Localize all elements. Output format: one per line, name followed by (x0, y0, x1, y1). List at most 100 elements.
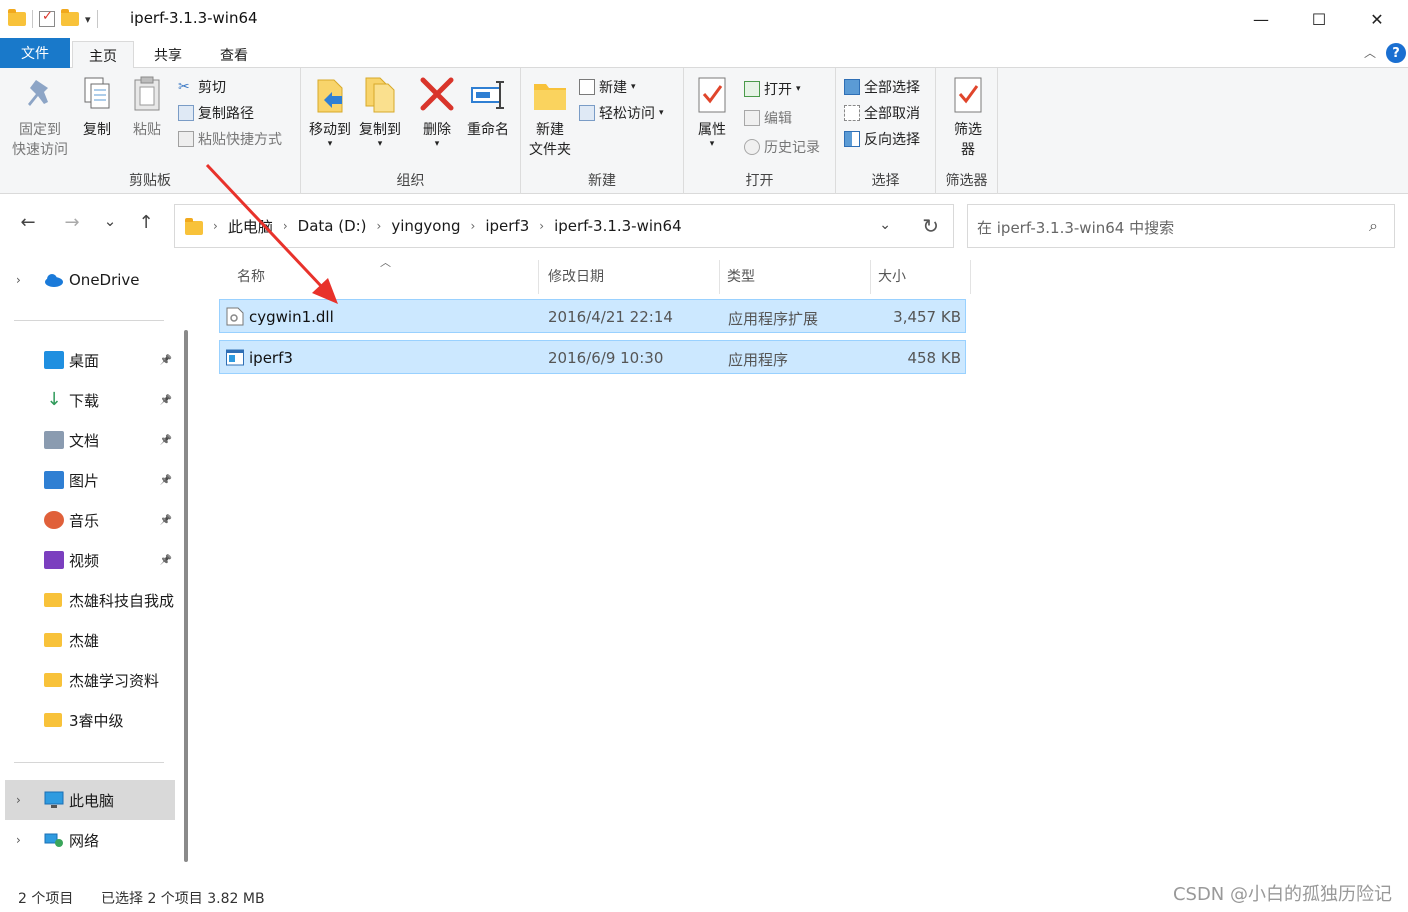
properties-button[interactable]: 属性 ▾ (690, 74, 734, 149)
select-none-button[interactable]: 全部取消 (844, 102, 920, 124)
sidebar-item-desktop[interactable]: 桌面 📌 (0, 340, 176, 380)
filter-button[interactable]: 筛选 器 (946, 74, 990, 160)
move-to-label: 移动到 (309, 122, 351, 138)
column-date[interactable]: 修改日期 (548, 266, 604, 286)
crumb-current-folder[interactable]: iperf-3.1.3-win64 (554, 217, 682, 235)
sidebar-item-folder[interactable]: 杰雄 (0, 620, 176, 660)
column-name[interactable]: 名称 (237, 266, 265, 286)
crumb-drive[interactable]: Data (D:) (298, 217, 367, 235)
minimize-button[interactable]: — (1232, 0, 1290, 38)
column-type[interactable]: 类型 (727, 266, 755, 286)
sidebar-item-this-pc[interactable]: › 此电脑 (5, 780, 175, 820)
search-input[interactable]: 在 iperf-3.1.3-win64 中搜索 ⌕ (967, 204, 1395, 248)
maximize-button[interactable]: ☐ (1290, 0, 1348, 38)
paste-button[interactable]: 粘贴 (128, 74, 166, 140)
refresh-icon[interactable]: ↻ (922, 214, 939, 238)
chevron-right-icon[interactable]: › (16, 833, 21, 847)
sidebar-item-download[interactable]: ↓ 下载 📌 (0, 380, 176, 420)
table-row[interactable]: iperf3 2016/6/9 10:30 应用程序 458 KB (219, 340, 966, 374)
copy-icon (84, 77, 110, 109)
pin-icon[interactable]: 📌 (160, 475, 172, 486)
edit-button[interactable]: 编辑 (744, 107, 792, 129)
customize-qat-dropdown-icon[interactable]: ▾ (85, 13, 91, 26)
pin-icon[interactable]: 📌 (160, 395, 172, 406)
sidebar-item-folder[interactable]: 3睿中级 (0, 700, 176, 740)
delete-label: 删除 (423, 122, 451, 138)
folder-icon (185, 217, 203, 235)
tab-view[interactable]: 查看 (204, 41, 264, 68)
properties-label: 属性 (698, 122, 726, 138)
column-size[interactable]: 大小 (878, 266, 906, 286)
chevron-down-icon[interactable]: ⌄ (879, 217, 891, 233)
sidebar-item-folder[interactable]: 杰雄科技自我成 (0, 580, 176, 620)
chevron-right-icon[interactable]: › (471, 219, 476, 233)
sidebar-item-video[interactable]: 视频 📌 (0, 540, 176, 580)
recent-locations-button[interactable]: ⌄ (98, 212, 122, 230)
history-button[interactable]: 历史记录 (744, 136, 820, 158)
rename-label: 重命名 (467, 122, 509, 138)
scrollbar[interactable] (184, 330, 188, 862)
copy-path-button[interactable]: 复制路径 (178, 102, 254, 124)
delete-button[interactable]: 删除 ▾ (417, 74, 457, 149)
copy-to-icon (365, 77, 395, 113)
select-all-button[interactable]: 全部选择 (844, 76, 920, 98)
divider (14, 320, 164, 321)
file-date: 2016/4/21 22:14 (548, 308, 673, 326)
chevron-right-icon[interactable]: › (539, 219, 544, 233)
divider[interactable] (538, 260, 539, 294)
open-button[interactable]: 打开 ▾ (744, 78, 801, 100)
move-to-button[interactable]: 移动到 ▾ (307, 74, 353, 149)
chevron-right-icon[interactable]: › (16, 273, 21, 287)
invert-selection-button[interactable]: 反向选择 (844, 128, 920, 150)
pin-quick-access-button[interactable]: 固定到 快速访问 (6, 74, 74, 160)
crumb-iperf3[interactable]: iperf3 (485, 217, 529, 235)
pin-icon[interactable]: 📌 (160, 435, 172, 446)
new-folder-button[interactable]: 新建 文件夹 (525, 74, 575, 160)
close-button[interactable]: ✕ (1348, 0, 1406, 38)
tab-home[interactable]: 主页 (72, 41, 134, 69)
rename-button[interactable]: 重命名 (463, 74, 513, 140)
file-name: iperf3 (249, 349, 293, 367)
new-folder-icon[interactable] (61, 9, 79, 26)
forward-button[interactable]: → (60, 212, 84, 233)
sidebar-item-folder[interactable]: 杰雄学习资料 (0, 660, 176, 700)
properties-icon[interactable] (39, 9, 55, 27)
sidebar-item-pictures[interactable]: 图片 📌 (0, 460, 176, 500)
chevron-right-icon[interactable]: › (16, 793, 21, 807)
sidebar-item-label: 杰雄学习资料 (69, 671, 160, 690)
sidebar-item-onedrive[interactable]: › OneDrive (0, 260, 176, 300)
sidebar-item-document[interactable]: 文档 📌 (0, 420, 176, 460)
divider[interactable] (970, 260, 971, 294)
pin-icon[interactable]: 📌 (160, 515, 172, 526)
chevron-right-icon: › (213, 219, 218, 233)
chevron-right-icon[interactable]: › (377, 219, 382, 233)
sidebar-item-music[interactable]: 音乐 📌 (0, 500, 176, 540)
edit-icon (744, 110, 760, 126)
select-all-icon (844, 79, 860, 95)
chevron-right-icon[interactable]: › (283, 219, 288, 233)
easy-access-label: 轻松访问 (599, 106, 655, 122)
collapse-ribbon-icon[interactable]: ︿ (1364, 44, 1376, 61)
select-group-label: 选择 (871, 173, 900, 189)
paste-shortcut-button[interactable]: 粘贴快捷方式 (178, 128, 282, 150)
help-icon[interactable]: ? (1386, 43, 1406, 63)
new-item-button[interactable]: 新建 ▾ (579, 76, 636, 98)
tab-file[interactable]: 文件 (0, 38, 70, 68)
easy-access-button[interactable]: 轻松访问 ▾ (579, 102, 664, 124)
up-button[interactable]: ↑ (134, 212, 158, 233)
crumb-yingyong[interactable]: yingyong (391, 217, 460, 235)
pin-icon[interactable]: 📌 (160, 555, 172, 566)
new-group: 新建 文件夹 新建 ▾ 轻松访问 ▾ 新建 (521, 68, 684, 194)
back-button[interactable]: ← (16, 212, 40, 233)
copy-button[interactable]: 复制 (78, 74, 116, 140)
sidebar-item-network[interactable]: › 网络 (0, 820, 176, 860)
address-bar[interactable]: › 此电脑 › Data (D:) › yingyong › iperf3 › … (174, 204, 954, 248)
tab-share[interactable]: 共享 (138, 41, 198, 68)
divider[interactable] (870, 260, 871, 294)
table-row[interactable]: cygwin1.dll 2016/4/21 22:14 应用程序扩展 3,457… (219, 299, 966, 333)
cut-button[interactable]: ✂ 剪切 (178, 76, 226, 98)
copy-to-button[interactable]: 复制到 ▾ (357, 74, 403, 149)
crumb-this-pc[interactable]: 此电脑 (228, 216, 273, 237)
divider[interactable] (719, 260, 720, 294)
pin-icon[interactable]: 📌 (160, 355, 172, 366)
